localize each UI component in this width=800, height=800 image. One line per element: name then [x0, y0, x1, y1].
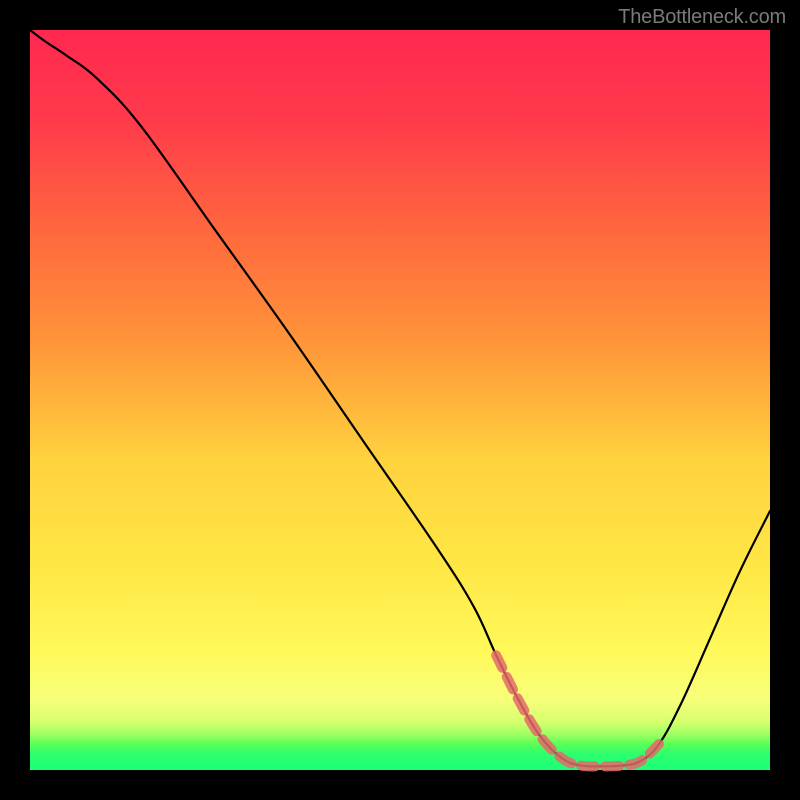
chart-stage: TheBottleneck.com [0, 0, 800, 800]
chart-canvas [0, 0, 800, 800]
chart-gradient-bg [30, 30, 770, 770]
watermark-label: TheBottleneck.com [618, 6, 786, 29]
